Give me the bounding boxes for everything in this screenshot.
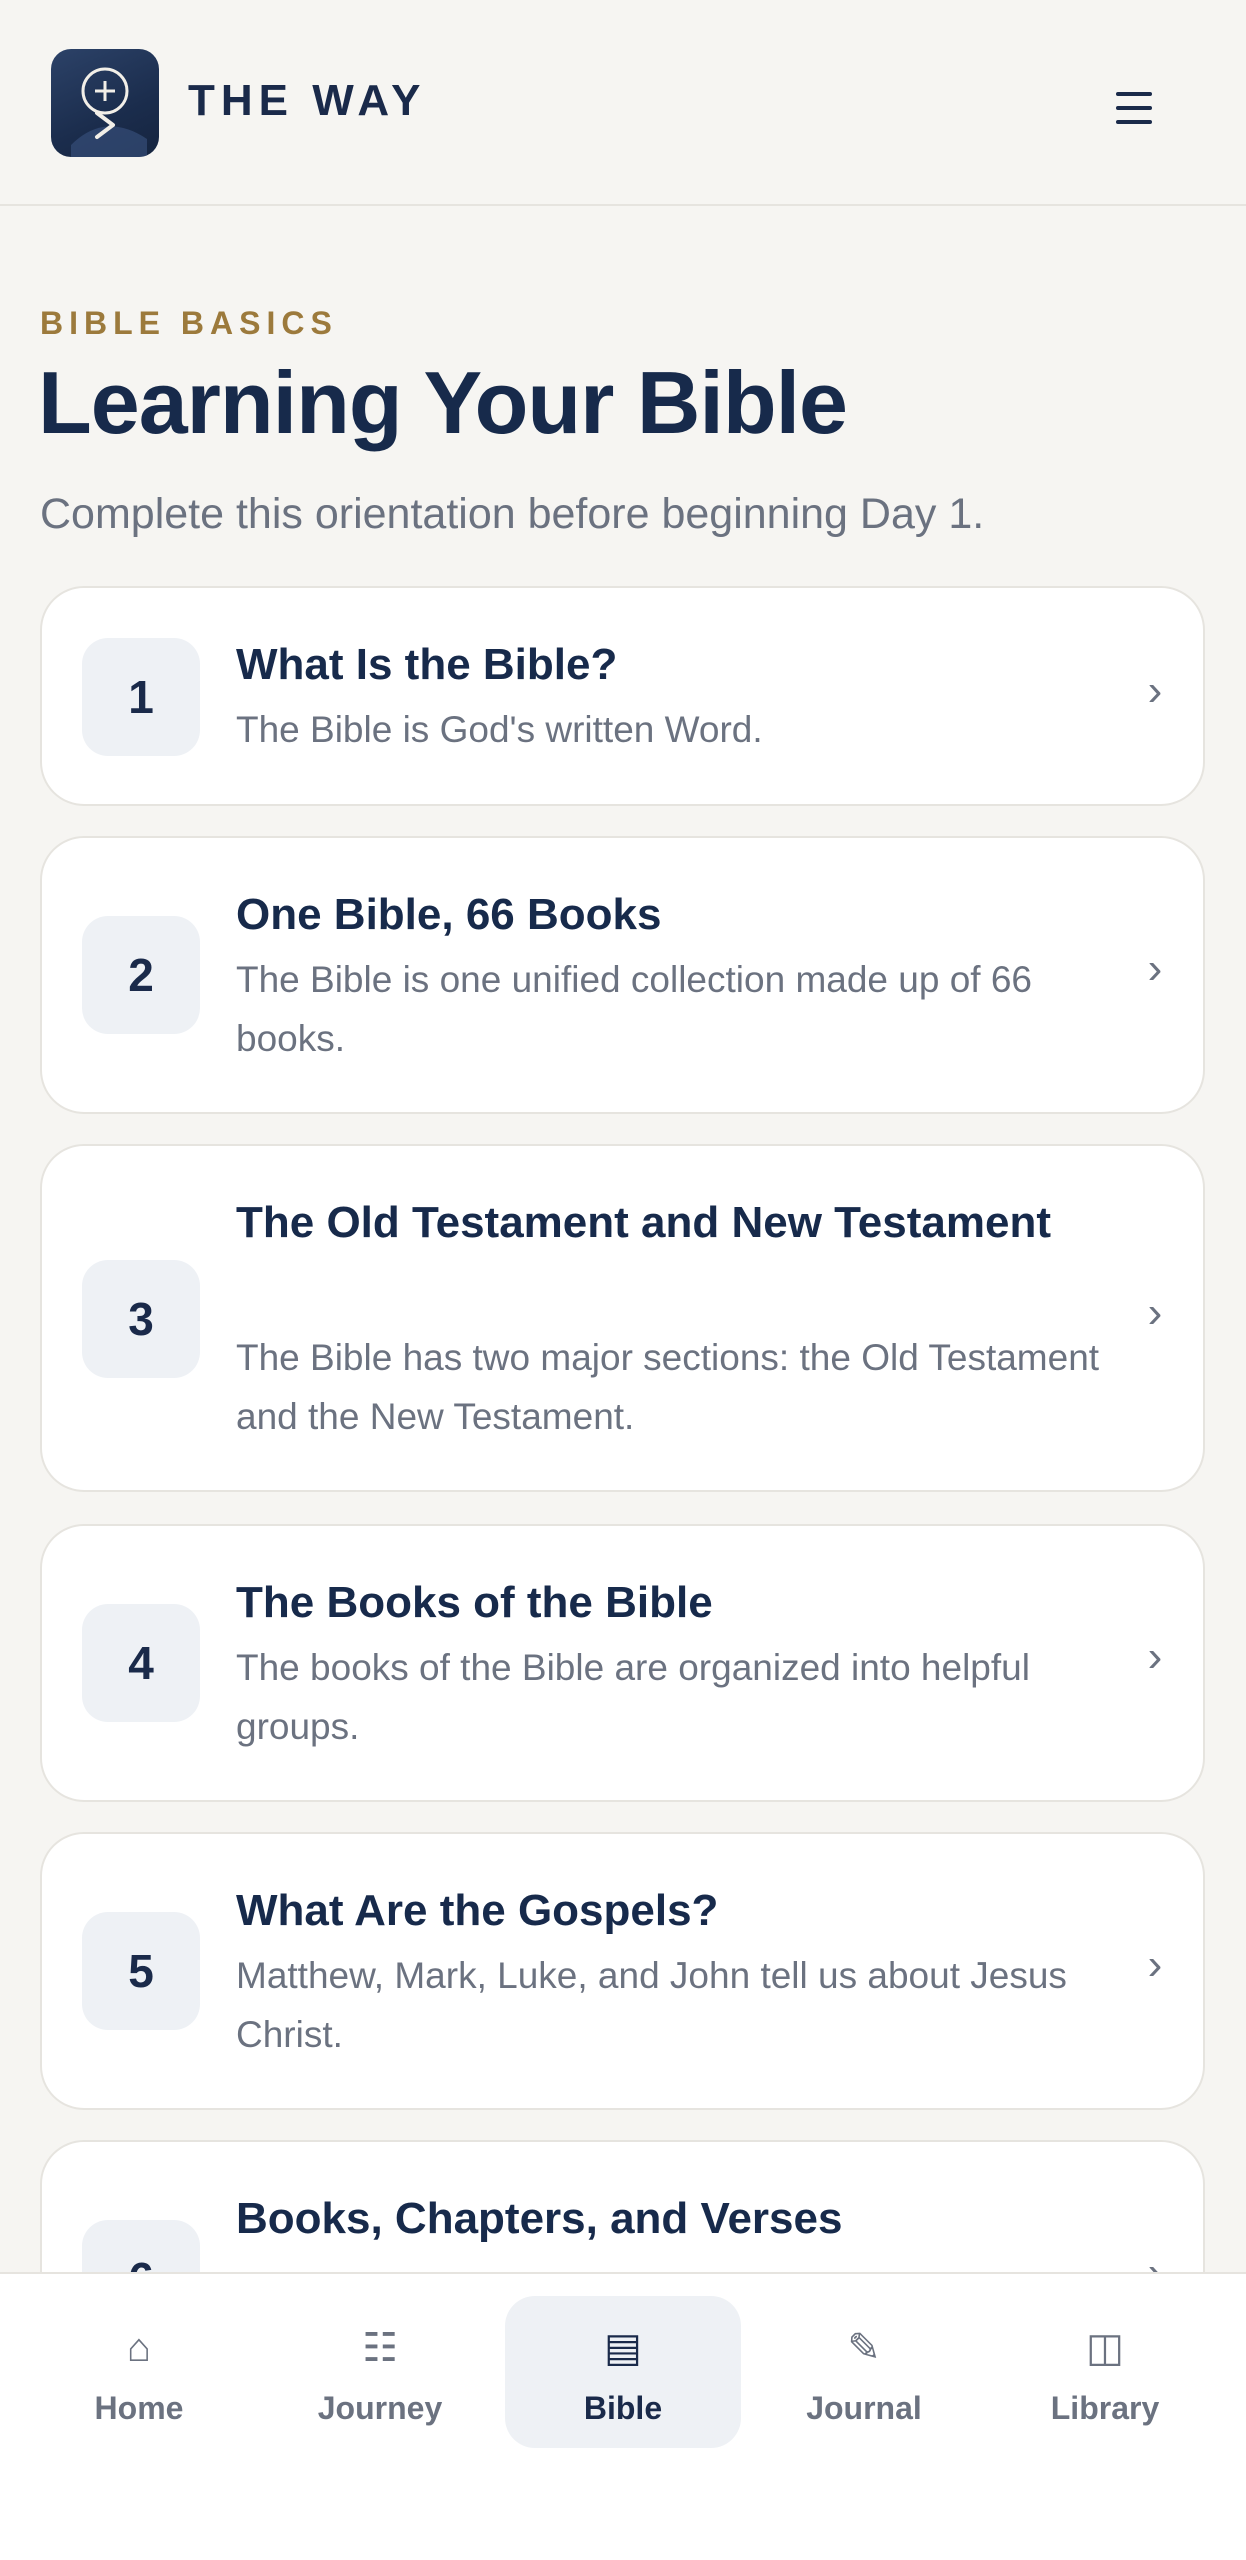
brand-name: THE WAY	[188, 76, 427, 125]
page-subtitle: Complete this orientation before beginni…	[40, 490, 985, 538]
nav-label: Library	[1050, 2390, 1160, 2426]
page-title: Learning Your Bible	[38, 353, 848, 452]
lesson-card-3[interactable]: 3 The Old Testament and New Testament Th…	[40, 1144, 1205, 1492]
nav-label: Home	[94, 2390, 184, 2426]
journey-icon: ☷	[362, 2326, 398, 2370]
hamburger-menu-icon[interactable]	[1112, 88, 1156, 128]
lesson-title: One Bible, 66 Books	[236, 890, 662, 939]
nav-label: Journal	[806, 2390, 922, 2426]
bible-icon: ▤	[604, 2326, 642, 2370]
chevron-right-icon: ›	[1147, 666, 1163, 715]
lesson-title: The Books of the Bible	[236, 1578, 713, 1627]
nav-item-bible[interactable]: ▤ Bible	[505, 2296, 741, 2448]
lesson-description: The Bible is God's written Word.	[236, 709, 763, 750]
nav-item-journal[interactable]: ✎ Journal	[746, 2296, 982, 2448]
journal-icon: ✎	[847, 2326, 881, 2370]
lesson-title: Books, Chapters, and Verses	[236, 2194, 843, 2243]
home-icon: ⌂	[126, 2326, 152, 2370]
nav-label: Bible	[583, 2390, 663, 2426]
lesson-title: The Old Testament and New Testament	[236, 1198, 1051, 1247]
lesson-number-badge: 2	[82, 916, 200, 1034]
nav-label: Journey	[317, 2390, 443, 2426]
bottom-nav: ⌂ Home ☷ Journey ▤ Bible ✎ Journal ◫ Lib…	[0, 2272, 1246, 2560]
lesson-title: What Are the Gospels?	[236, 1886, 719, 1935]
nav-item-home[interactable]: ⌂ Home	[21, 2296, 257, 2448]
chevron-right-icon: ›	[1147, 944, 1163, 993]
lesson-card-4[interactable]: 4 The Books of the Bible The books of th…	[40, 1524, 1205, 1802]
lesson-description: The Bible is one unified collection made…	[236, 959, 1033, 1059]
lesson-number-badge: 3	[82, 1260, 200, 1378]
lesson-card-2[interactable]: 2 One Bible, 66 Books The Bible is one u…	[40, 836, 1205, 1114]
lesson-description: The Bible has two major sections: the Ol…	[236, 1337, 1100, 1437]
lesson-card-1[interactable]: 1 What Is the Bible? The Bible is God's …	[40, 586, 1205, 806]
lesson-title: What Is the Bible?	[236, 640, 618, 689]
app-header: THE WAY	[0, 0, 1246, 206]
nav-item-library[interactable]: ◫ Library	[987, 2296, 1223, 2448]
nav-item-journey[interactable]: ☷ Journey	[262, 2296, 498, 2448]
lesson-number-badge: 4	[82, 1604, 200, 1722]
section-eyebrow: BIBLE BASICS	[40, 305, 338, 341]
lesson-number-badge: 1	[82, 638, 200, 756]
logo-icon[interactable]	[51, 49, 159, 157]
lesson-card-5[interactable]: 5 What Are the Gospels? Matthew, Mark, L…	[40, 1832, 1205, 2110]
chevron-right-icon: ›	[1147, 1288, 1163, 1337]
lesson-description: Matthew, Mark, Luke, and John tell us ab…	[236, 1955, 1067, 2055]
lesson-description: The books of the Bible are organized int…	[236, 1647, 1030, 1747]
lesson-number-badge: 5	[82, 1912, 200, 2030]
library-icon: ◫	[1086, 2326, 1124, 2370]
chevron-right-icon: ›	[1147, 1940, 1163, 1989]
chevron-right-icon: ›	[1147, 1632, 1163, 1681]
